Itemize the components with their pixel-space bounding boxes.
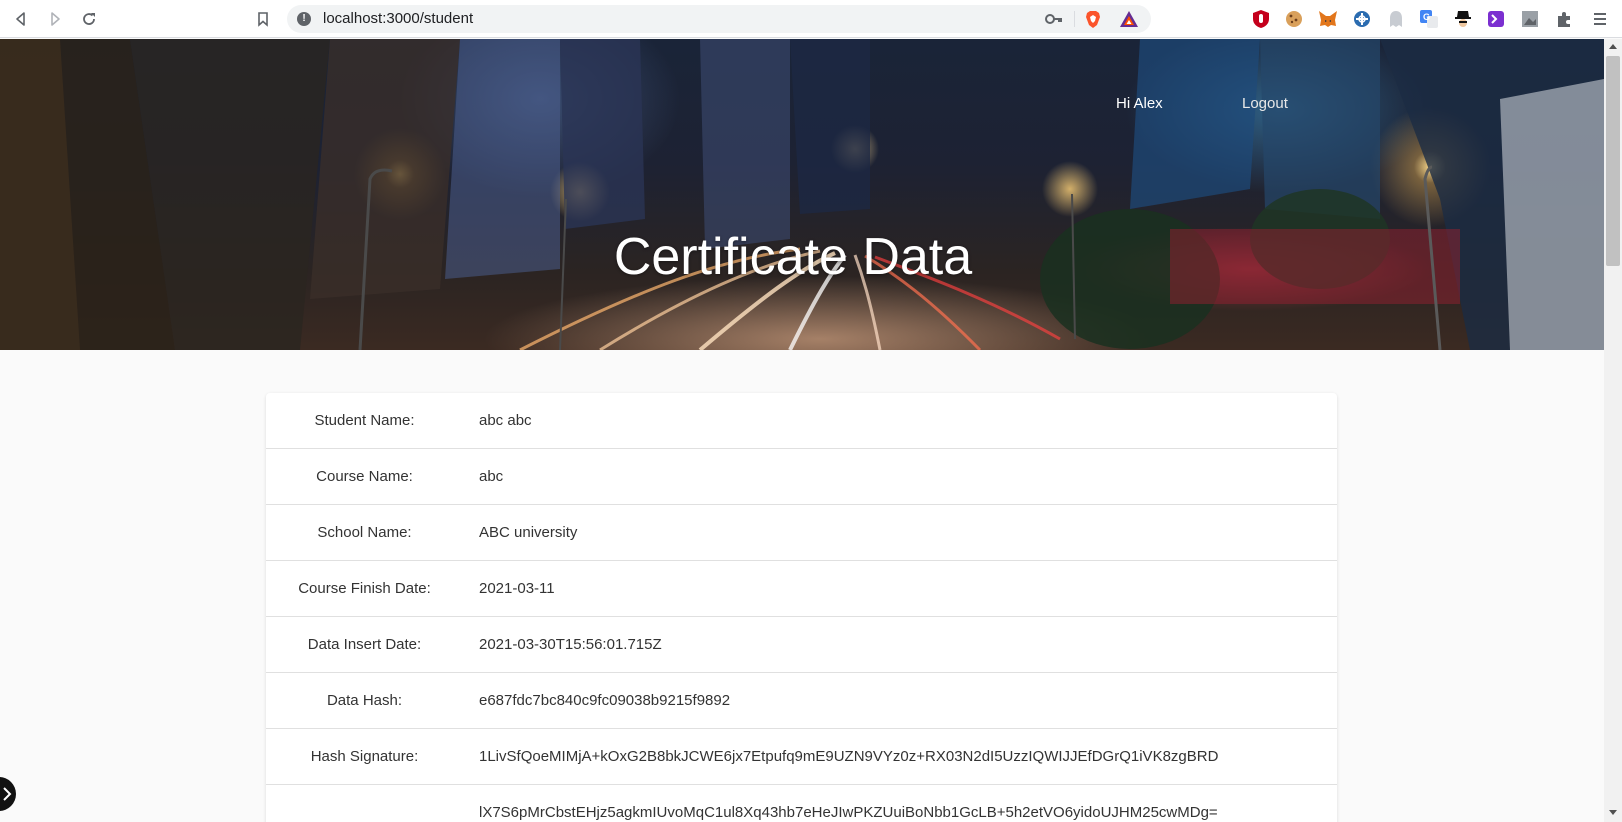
image-icon[interactable]: [1520, 9, 1540, 29]
browser-toolbar: ! localhost:3000/student G: [0, 0, 1622, 38]
course-name-value: abc: [479, 468, 504, 485]
menu-icon[interactable]: [1590, 9, 1610, 29]
hero-banner: Hi Alex Logout Certificate Data: [0, 39, 1604, 350]
page-title: Certificate Data: [613, 228, 973, 286]
forward-icon[interactable]: [43, 7, 67, 31]
translate-icon[interactable]: G: [1419, 9, 1439, 29]
page-scrollbar[interactable]: [1604, 39, 1622, 822]
site-info-icon[interactable]: !: [297, 12, 311, 26]
table-row: Data Insert Date: 2021-03-30T15:56:01.71…: [266, 617, 1337, 673]
course-finish-date-value: 2021-03-11: [479, 580, 555, 597]
table-row: Course Finish Date: 2021-03-11: [266, 561, 1337, 617]
data-hash-label: Data Hash:: [326, 692, 403, 709]
table-row: Student Name: abc abc: [266, 393, 1337, 449]
city-background-image: [0, 39, 1604, 350]
hash-signature-label: Hash Signature:: [310, 748, 419, 765]
hash-signature-value: 1LivSfQoeMIMjA+kOxG2B8bkJCWE6jx7Etpufq9m…: [479, 748, 1219, 765]
school-name-value: ABC university: [479, 524, 578, 541]
bookmark-icon[interactable]: [251, 7, 275, 31]
scroll-down-arrow-icon[interactable]: [1609, 810, 1617, 815]
table-row: Course Name: abc: [266, 449, 1337, 505]
user-greeting[interactable]: Hi Alex: [1116, 95, 1163, 112]
certificate-table: Student Name: abc abc Course Name: abc S…: [266, 393, 1337, 822]
table-row: School Name: ABC university: [266, 505, 1337, 561]
bat-rewards-icon[interactable]: [1119, 10, 1139, 28]
reload-icon[interactable]: [77, 7, 101, 31]
ublock-icon[interactable]: [1251, 9, 1271, 29]
table-row: lX7S6pMrCbstEHjz5agkmIUvoMqC1ul8Xq43hb7e…: [266, 785, 1337, 822]
spy-icon[interactable]: [1453, 9, 1473, 29]
school-name-label: School Name:: [317, 524, 412, 541]
key-icon[interactable]: [1044, 10, 1064, 28]
scroll-up-arrow-icon[interactable]: [1609, 44, 1617, 49]
table-row: Data Hash: e687fdc7bc840c9fc09038b9215f9…: [266, 673, 1337, 729]
floating-action-button[interactable]: [0, 777, 16, 811]
url-text[interactable]: localhost:3000/student: [323, 10, 473, 27]
ghost-icon[interactable]: [1386, 9, 1406, 29]
metamask-icon[interactable]: [1318, 9, 1338, 29]
terminal-icon[interactable]: [1486, 9, 1506, 29]
divider: [1074, 11, 1075, 27]
student-name-label: Student Name:: [314, 412, 415, 429]
puzzle-icon[interactable]: [1555, 9, 1575, 29]
student-name-value: abc abc: [479, 412, 532, 429]
scroll-thumb[interactable]: [1606, 56, 1620, 266]
logout-link[interactable]: Logout: [1242, 95, 1288, 112]
row-label: [266, 785, 463, 822]
crosshair-icon[interactable]: [1352, 9, 1372, 29]
signature-value: lX7S6pMrCbstEHjz5agkmIUvoMqC1ul8Xq43hb7e…: [479, 804, 1218, 821]
svg-text:G: G: [1423, 12, 1430, 22]
address-bar[interactable]: ! localhost:3000/student: [287, 5, 1151, 33]
brave-shield-icon[interactable]: [1083, 9, 1103, 29]
course-finish-date-label: Course Finish Date:: [298, 580, 431, 597]
data-insert-date-label: Data Insert Date:: [307, 636, 422, 653]
back-icon[interactable]: [9, 7, 33, 31]
cookie-icon[interactable]: [1284, 9, 1304, 29]
data-insert-date-value: 2021-03-30T15:56:01.715Z: [479, 636, 662, 653]
table-row: Hash Signature: 1LivSfQoeMIMjA+kOxG2B8bk…: [266, 729, 1337, 785]
course-name-label: Course Name:: [316, 468, 413, 485]
data-hash-value: e687fdc7bc840c9fc09038b9215f9892: [479, 692, 731, 709]
